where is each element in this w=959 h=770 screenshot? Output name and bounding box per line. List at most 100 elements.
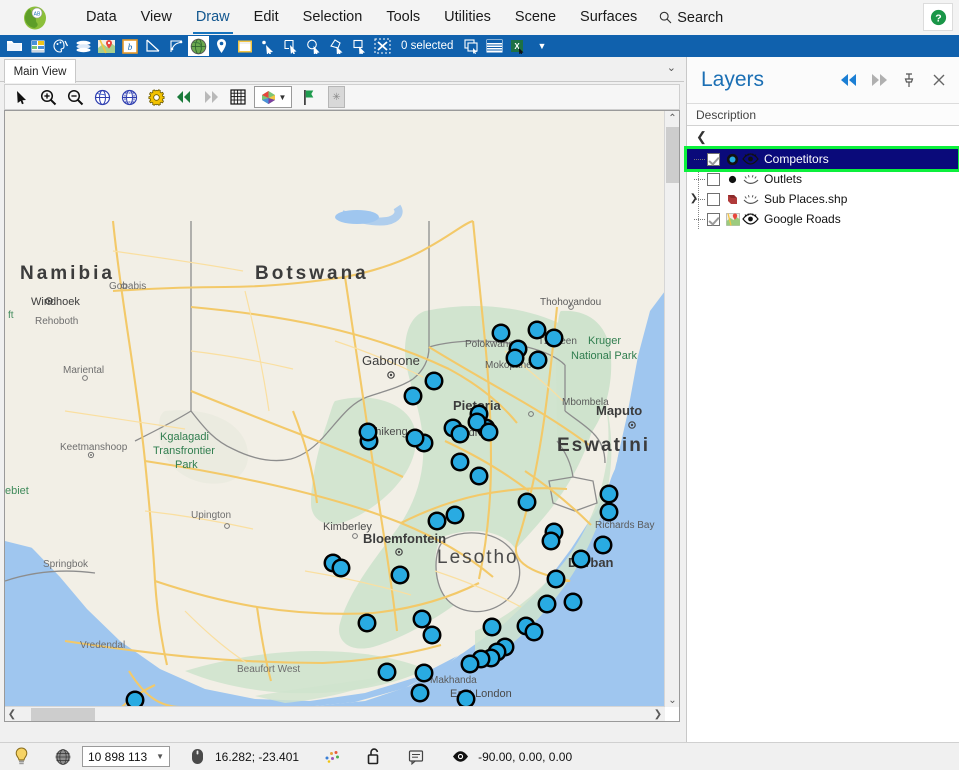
competitor-point[interactable] bbox=[602, 505, 616, 519]
google-map-pin-icon[interactable] bbox=[96, 36, 117, 56]
palette-brush-icon[interactable] bbox=[50, 36, 71, 56]
competitor-point[interactable] bbox=[463, 657, 477, 671]
tab-main-view[interactable]: Main View bbox=[4, 59, 76, 83]
globe-icon[interactable] bbox=[188, 36, 209, 56]
competitor-point[interactable] bbox=[453, 455, 467, 469]
layer-checkbox-google-roads[interactable] bbox=[707, 212, 720, 226]
eye-hidden-icon[interactable] bbox=[741, 172, 760, 187]
competitor-point[interactable] bbox=[334, 561, 348, 575]
select-point-icon[interactable] bbox=[257, 36, 278, 56]
layers-stack-icon[interactable] bbox=[73, 36, 94, 56]
globe-zoom-extent-icon[interactable] bbox=[90, 85, 115, 109]
layer-checkbox-sub-places[interactable] bbox=[707, 192, 720, 206]
eye-visible-icon[interactable] bbox=[741, 152, 760, 167]
competitor-point[interactable] bbox=[361, 425, 375, 439]
competitor-point[interactable] bbox=[425, 628, 439, 642]
competitor-point[interactable] bbox=[485, 620, 499, 634]
layers-column-header[interactable]: Description bbox=[687, 104, 959, 126]
competitor-point[interactable] bbox=[596, 538, 610, 552]
location-pin-icon[interactable] bbox=[211, 36, 232, 56]
unlocked-padlock-icon[interactable] bbox=[361, 748, 387, 765]
competitor-point[interactable] bbox=[602, 487, 616, 501]
competitor-point[interactable] bbox=[508, 351, 522, 365]
pointer-arrow-icon[interactable] bbox=[9, 85, 34, 109]
competitor-point[interactable] bbox=[482, 425, 496, 439]
competitor-point[interactable] bbox=[531, 353, 545, 367]
menu-item-edit[interactable]: Edit bbox=[242, 1, 291, 34]
competitor-point[interactable] bbox=[360, 616, 374, 630]
select-polygon-icon[interactable] bbox=[326, 36, 347, 56]
previous-extent-icon[interactable] bbox=[171, 85, 196, 109]
competitor-point[interactable] bbox=[380, 665, 394, 679]
bing-map-icon[interactable]: b bbox=[119, 36, 140, 56]
select-box-icon[interactable] bbox=[349, 36, 370, 56]
grid-icon[interactable] bbox=[225, 85, 250, 109]
collapse-left-icon[interactable] bbox=[834, 65, 864, 95]
chevron-down-icon[interactable]: ⌄ bbox=[667, 61, 676, 74]
competitor-point[interactable] bbox=[494, 326, 508, 340]
settings-gear-icon[interactable] bbox=[144, 85, 169, 109]
horizontal-scroll-thumb[interactable] bbox=[31, 708, 95, 721]
eye-icon[interactable] bbox=[447, 750, 473, 763]
layer-row-competitors[interactable]: Competitors bbox=[684, 146, 959, 172]
globe-zoom-selection-icon[interactable] bbox=[117, 85, 142, 109]
layer-row-google-roads[interactable]: Google Roads bbox=[687, 209, 959, 229]
eye-hidden-icon[interactable] bbox=[741, 192, 760, 207]
competitor-point[interactable] bbox=[566, 595, 580, 609]
menu-item-view[interactable]: View bbox=[129, 1, 184, 34]
menu-item-utilities[interactable]: Utilities bbox=[432, 1, 503, 34]
menu-item-tools[interactable]: Tools bbox=[374, 1, 432, 34]
menu-search-button[interactable]: Search bbox=[649, 1, 733, 34]
vertical-scroll-thumb[interactable] bbox=[666, 127, 679, 183]
competitor-point[interactable] bbox=[472, 469, 486, 483]
clear-selection-icon[interactable] bbox=[372, 36, 393, 56]
menu-item-draw[interactable]: Draw bbox=[184, 1, 242, 34]
map-vertical-scrollbar[interactable]: ⌃ ⌄ bbox=[664, 111, 679, 707]
layer-checkbox-outlets[interactable] bbox=[707, 172, 720, 186]
map-canvas[interactable]: Namibia Botswana Eswatini Lesotho Maputo Gabo… bbox=[5, 111, 665, 707]
copy-selection-icon[interactable] bbox=[461, 36, 482, 56]
caret-down-icon[interactable]: ▼ bbox=[156, 752, 164, 761]
zoom-in-icon[interactable] bbox=[36, 85, 61, 109]
globe-wire-icon[interactable] bbox=[50, 748, 76, 766]
snap-points-icon[interactable] bbox=[319, 749, 345, 764]
select-rectangle-icon[interactable] bbox=[280, 36, 301, 56]
competitor-point[interactable] bbox=[530, 323, 544, 337]
zoom-out-icon[interactable] bbox=[63, 85, 88, 109]
competitor-point[interactable] bbox=[128, 693, 142, 707]
triangle-ruler-icon[interactable] bbox=[142, 36, 163, 56]
lightbulb-icon[interactable] bbox=[8, 747, 34, 766]
competitor-point[interactable] bbox=[415, 612, 429, 626]
green-flag-icon[interactable] bbox=[296, 85, 321, 109]
scroll-up-arrow-icon[interactable]: ⌃ bbox=[665, 111, 679, 125]
expand-node-icon[interactable]: ❯ bbox=[688, 192, 700, 204]
competitor-point[interactable] bbox=[413, 686, 427, 700]
select-circle-icon[interactable] bbox=[303, 36, 324, 56]
tree-collapse-row[interactable]: ❮ bbox=[687, 126, 959, 149]
note-icon[interactable] bbox=[403, 749, 429, 765]
database-table-icon[interactable] bbox=[27, 36, 48, 56]
eye-visible-icon[interactable] bbox=[741, 212, 760, 227]
competitor-point[interactable] bbox=[547, 331, 561, 345]
toolbar-overflow-caret-down-icon[interactable]: ▼ bbox=[529, 41, 554, 51]
close-icon[interactable] bbox=[924, 65, 954, 95]
scroll-right-arrow-icon[interactable]: ❯ bbox=[651, 707, 665, 721]
competitor-point[interactable] bbox=[393, 568, 407, 582]
help-button[interactable]: ? bbox=[923, 3, 953, 31]
next-extent-icon[interactable] bbox=[198, 85, 223, 109]
competitor-point[interactable] bbox=[448, 508, 462, 522]
competitor-point[interactable] bbox=[417, 666, 431, 680]
competitor-point[interactable] bbox=[427, 374, 441, 388]
map-horizontal-scrollbar[interactable]: ❮ ❯ bbox=[5, 706, 665, 721]
competitor-point[interactable] bbox=[540, 597, 554, 611]
layer-row-sub-places[interactable]: ❯ Sub Places.shp bbox=[687, 189, 959, 209]
menu-item-selection[interactable]: Selection bbox=[291, 1, 375, 34]
layer-checkbox-competitors[interactable] bbox=[707, 152, 720, 166]
chevron-left-icon[interactable]: ❮ bbox=[696, 129, 707, 145]
competitor-point[interactable] bbox=[430, 514, 444, 528]
note-window-icon[interactable] bbox=[234, 36, 255, 56]
competitor-point[interactable] bbox=[544, 534, 558, 548]
attribute-table-icon[interactable] bbox=[484, 36, 505, 56]
coordinate-transform-icon[interactable] bbox=[165, 36, 186, 56]
expand-right-icon[interactable] bbox=[864, 65, 894, 95]
